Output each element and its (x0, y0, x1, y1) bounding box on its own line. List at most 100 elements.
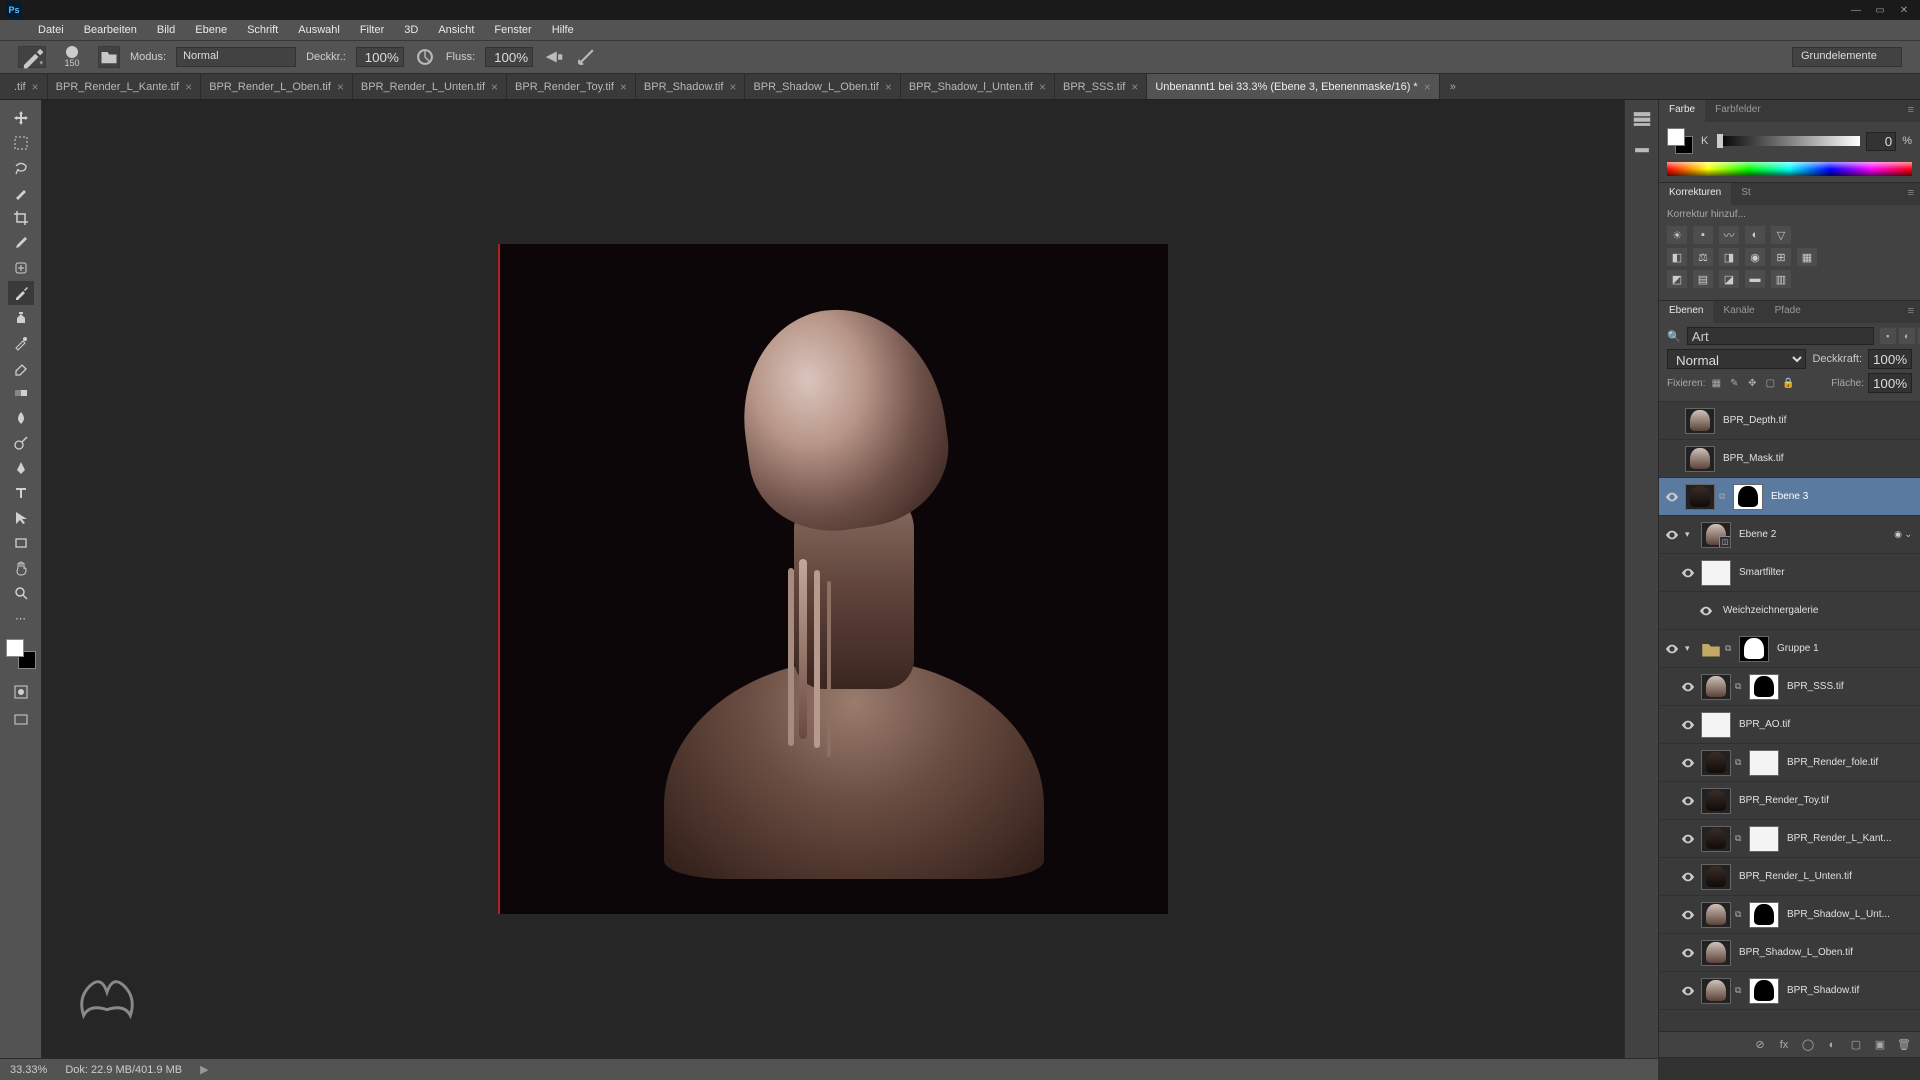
layer-thumbnail[interactable] (1685, 484, 1715, 510)
layer-visibility-toggle[interactable] (1663, 528, 1681, 542)
layer-thumbnail[interactable] (1701, 978, 1731, 1004)
layer-mask-thumbnail[interactable] (1739, 636, 1769, 662)
filter-badge[interactable]: ◉ ⌄ (1890, 529, 1916, 540)
layer-name[interactable]: BPR_Render_L_Kant... (1783, 833, 1916, 844)
properties-panel-icon[interactable] (1631, 144, 1653, 166)
healing-brush-tool[interactable] (8, 256, 34, 280)
clone-stamp-tool[interactable] (8, 306, 34, 330)
curves-icon[interactable]: 〰 (1719, 226, 1739, 244)
layer-name[interactable]: Smartfilter (1735, 567, 1916, 578)
zoom-level[interactable]: 33.33% (10, 1064, 47, 1076)
doc-tab[interactable]: BPR_Render_L_Kante.tif× (48, 74, 202, 99)
filter-adjust-icon[interactable]: ◐ (1899, 328, 1915, 344)
path-selection-tool[interactable] (8, 506, 34, 530)
layer-name[interactable]: BPR_Shadow.tif (1783, 985, 1916, 996)
selectivecolor-icon[interactable]: ▥ (1771, 270, 1791, 288)
blur-tool[interactable] (8, 406, 34, 430)
menu-ansicht[interactable]: Ansicht (428, 21, 484, 39)
delete-layer-icon[interactable]: 🗑 (1896, 1037, 1912, 1053)
layer-visibility-toggle[interactable] (1679, 566, 1697, 580)
link-layers-icon[interactable]: ⊘ (1752, 1037, 1768, 1053)
styles-tab[interactable]: St (1731, 183, 1760, 205)
layer-fill-input[interactable] (1868, 373, 1912, 393)
layer-mask-thumbnail[interactable] (1733, 484, 1763, 510)
layer-visibility-toggle[interactable] (1679, 908, 1697, 922)
menu-bild[interactable]: Bild (147, 21, 185, 39)
layer-filter-input[interactable] (1687, 327, 1874, 345)
menu-ebene[interactable]: Ebene (185, 21, 237, 39)
layer-mask-thumbnail[interactable] (1749, 750, 1779, 776)
threshold-icon[interactable]: ◪ (1719, 270, 1739, 288)
pressure-size-icon[interactable] (575, 46, 597, 68)
tab-close-icon[interactable]: × (491, 80, 498, 94)
close-button[interactable]: ✕ (1892, 2, 1916, 18)
doc-tab[interactable]: .tif× (6, 74, 48, 99)
new-group-icon[interactable]: ▢ (1848, 1037, 1864, 1053)
layer-name[interactable]: BPR_Render_Toy.tif (1735, 795, 1916, 806)
tabs-overflow-button[interactable]: » (1440, 74, 1466, 99)
screenmode-toggle[interactable] (8, 708, 34, 732)
layer-row[interactable]: Weichzeichnergalerie (1659, 592, 1920, 630)
menu-schrift[interactable]: Schrift (237, 21, 288, 39)
brightness-icon[interactable]: ☀ (1667, 226, 1687, 244)
hand-tool[interactable] (8, 556, 34, 580)
tab-close-icon[interactable]: × (1424, 80, 1431, 94)
layer-visibility-toggle[interactable] (1663, 642, 1681, 656)
add-mask-icon[interactable]: ◯ (1800, 1037, 1816, 1053)
quickmask-toggle[interactable] (8, 680, 34, 704)
pressure-opacity-icon[interactable] (414, 46, 436, 68)
layer-visibility-toggle[interactable] (1697, 604, 1715, 618)
layer-row[interactable]: BPR_Depth.tif (1659, 402, 1920, 440)
tab-close-icon[interactable]: × (1039, 80, 1046, 94)
vibrance-icon[interactable]: ▽ (1771, 226, 1791, 244)
layer-mask-thumbnail[interactable] (1749, 902, 1779, 928)
doc-tab[interactable]: BPR_Shadow_l_Unten.tif× (901, 74, 1055, 99)
exposure-icon[interactable]: ◐ (1745, 226, 1765, 244)
swatches-tab[interactable]: Farbfelder (1705, 100, 1771, 122)
layer-fx-icon[interactable]: fx (1776, 1037, 1792, 1053)
bw-icon[interactable]: ◨ (1719, 248, 1739, 266)
layer-name[interactable]: Ebene 2 (1735, 529, 1886, 540)
filter-pixel-icon[interactable]: ▪ (1880, 328, 1896, 344)
doc-tab-active[interactable]: Unbenannt1 bei 33.3% (Ebene 3, Ebenenmas… (1147, 74, 1439, 99)
layer-thumbnail[interactable] (1701, 788, 1731, 814)
layer-visibility-toggle[interactable] (1679, 756, 1697, 770)
tab-close-icon[interactable]: × (32, 80, 39, 94)
layer-name[interactable]: BPR_Shadow_L_Oben.tif (1735, 947, 1916, 958)
k-slider[interactable] (1717, 136, 1860, 146)
doc-tab[interactable]: BPR_Shadow.tif× (636, 74, 746, 99)
layer-visibility-toggle[interactable] (1679, 946, 1697, 960)
edit-toolbar[interactable]: ⋯ (8, 606, 34, 630)
lock-pixels-icon[interactable]: ✎ (1727, 376, 1741, 390)
layer-row[interactable]: ▾◫Ebene 2◉ ⌄ (1659, 516, 1920, 554)
tab-close-icon[interactable]: × (729, 80, 736, 94)
menu-filter[interactable]: Filter (350, 21, 394, 39)
tab-close-icon[interactable]: × (620, 80, 627, 94)
layer-opacity-input[interactable] (1868, 349, 1912, 369)
foreground-color-swatch[interactable] (6, 639, 24, 657)
layer-name[interactable]: BPR_Render_fole.tif (1783, 757, 1916, 768)
eyedropper-tool[interactable] (8, 231, 34, 255)
layer-thumbnail[interactable] (1685, 446, 1715, 472)
layer-row[interactable]: ⧉BPR_SSS.tif (1659, 668, 1920, 706)
lock-artboard-icon[interactable]: ▢ (1763, 376, 1777, 390)
tab-close-icon[interactable]: × (337, 80, 344, 94)
levels-icon[interactable]: ▪ (1693, 226, 1713, 244)
brush-size-picker[interactable]: 150 (56, 41, 88, 73)
layer-name[interactable]: BPR_SSS.tif (1783, 681, 1916, 692)
menu-3d[interactable]: 3D (394, 21, 428, 39)
layer-visibility-toggle[interactable] (1679, 794, 1697, 808)
layer-thumbnail[interactable] (1701, 560, 1731, 586)
layer-row[interactable]: BPR_Render_Toy.tif (1659, 782, 1920, 820)
rectangle-tool[interactable] (8, 531, 34, 555)
layer-list[interactable]: BPR_Depth.tifBPR_Mask.tif⧉Ebene 3▾◫Ebene… (1659, 402, 1920, 1031)
new-adjustment-icon[interactable]: ◐ (1824, 1037, 1840, 1053)
tab-close-icon[interactable]: × (1131, 80, 1138, 94)
layer-visibility-toggle[interactable] (1679, 718, 1697, 732)
layer-visibility-toggle[interactable] (1679, 870, 1697, 884)
color-tab[interactable]: Farbe (1659, 100, 1705, 122)
panel-menu-icon[interactable]: ≡ (1902, 183, 1920, 205)
layer-name[interactable]: Weichzeichnergalerie (1719, 605, 1916, 616)
layer-visibility-toggle[interactable] (1663, 490, 1681, 504)
expand-toggle-icon[interactable]: ▾ (1685, 643, 1697, 654)
